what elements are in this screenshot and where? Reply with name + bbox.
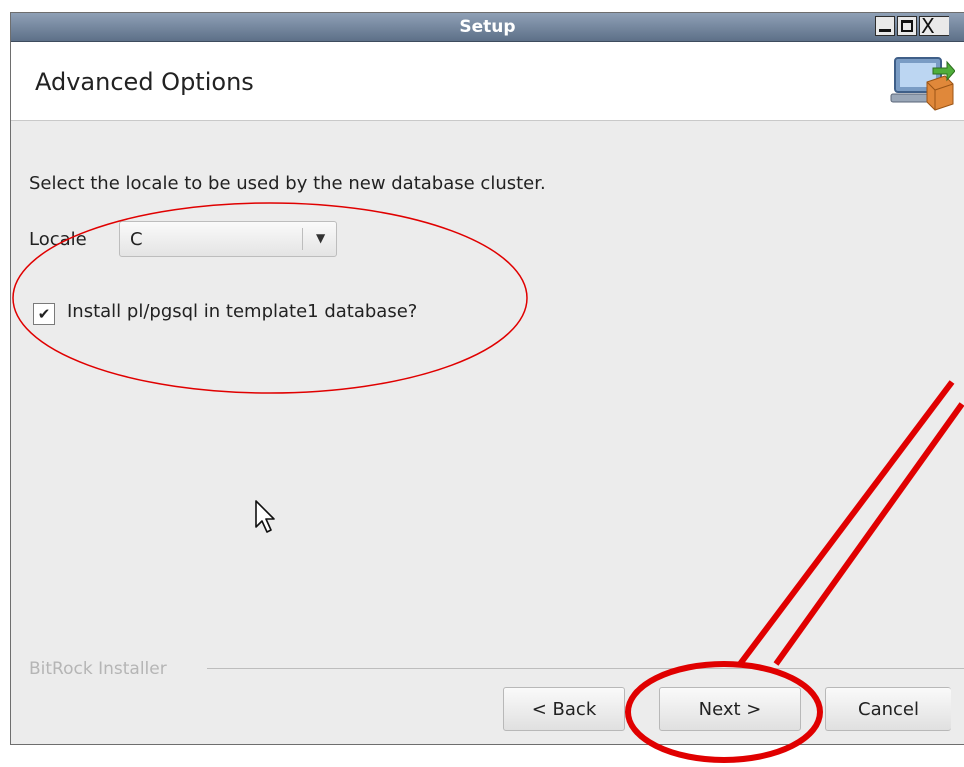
page-title: Advanced Options [35,68,254,96]
back-button[interactable]: < Back [503,687,625,731]
close-icon[interactable]: X [919,14,949,38]
locale-select-value: C [130,229,143,250]
setup-window: Setup X Advanced Options Select the loca… [10,12,964,745]
combo-separator [302,228,303,250]
minimize-icon[interactable] [875,16,895,36]
locale-select[interactable]: C ▼ [119,221,337,257]
installer-brand: BitRock Installer [29,659,167,679]
title-bar[interactable]: Setup X [11,13,964,42]
install-plpgsql-label[interactable]: Install pl/pgsql in template1 database? [67,301,417,322]
mouse-pointer-icon [255,500,275,533]
locale-label: Locale [29,229,87,250]
next-button[interactable]: Next > [659,687,801,731]
cancel-button[interactable]: Cancel [825,687,951,731]
instruction-text: Select the locale to be used by the new … [29,173,546,194]
page-header: Advanced Options [11,42,964,121]
window-title: Setup [459,17,516,37]
maximize-icon[interactable] [897,16,917,36]
footer-divider [207,668,964,669]
install-plpgsql-checkbox[interactable]: ✔ [33,303,55,325]
installer-computer-icon [890,57,955,111]
chevron-down-icon[interactable]: ▼ [316,231,325,245]
